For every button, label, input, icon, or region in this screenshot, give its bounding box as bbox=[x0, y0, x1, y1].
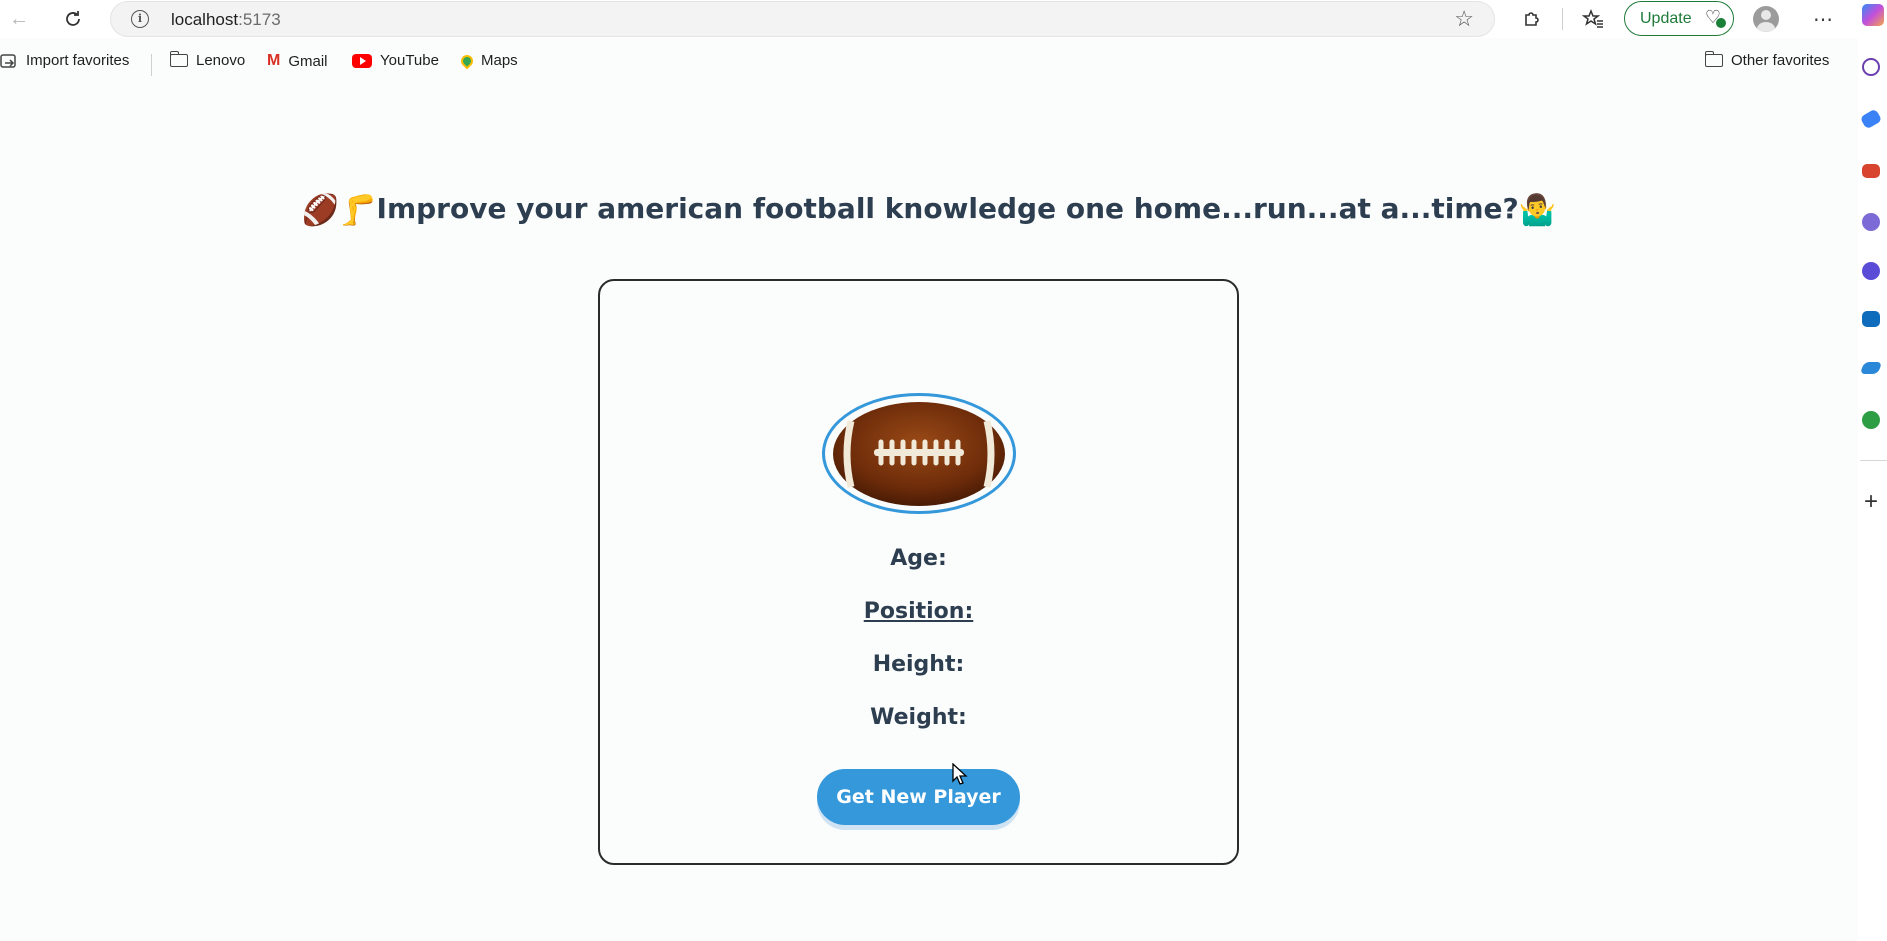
player-position[interactable]: Position: bbox=[598, 599, 1239, 624]
favorite-import[interactable]: Import favorites bbox=[0, 52, 129, 69]
favorites-bar: Import favorites Lenovo M Gmail YouTube … bbox=[0, 44, 1860, 84]
favorites-divider bbox=[151, 54, 152, 76]
favorite-gmail[interactable]: M Gmail bbox=[267, 52, 328, 70]
persona-icon[interactable] bbox=[1862, 213, 1880, 231]
update-label: Update bbox=[1640, 9, 1692, 27]
folder-icon bbox=[169, 51, 188, 67]
tools-icon[interactable] bbox=[1862, 164, 1880, 178]
favorite-youtube[interactable]: YouTube bbox=[352, 52, 439, 69]
back-arrow-icon[interactable]: ← bbox=[6, 6, 32, 32]
add-sidebar-app-icon[interactable]: + bbox=[1864, 488, 1878, 516]
update-button[interactable]: Update ♡ bbox=[1624, 1, 1734, 36]
maps-icon bbox=[458, 52, 476, 69]
address-bar[interactable]: i localhost:5173 ☆ bbox=[110, 1, 1495, 37]
get-new-player-button[interactable]: Get New Player bbox=[817, 769, 1020, 825]
import-icon bbox=[0, 53, 18, 69]
send-icon[interactable] bbox=[1859, 362, 1883, 374]
folder-icon bbox=[1704, 51, 1723, 67]
favorites-icon[interactable] bbox=[1580, 6, 1606, 32]
shopping-tag-icon[interactable] bbox=[1859, 108, 1883, 130]
toolbar-divider bbox=[1562, 8, 1563, 30]
refresh-icon[interactable] bbox=[60, 6, 86, 32]
edge-sidebar: + bbox=[1858, 0, 1887, 941]
player-height: Height: bbox=[872, 652, 965, 677]
outlook-icon[interactable] bbox=[1862, 311, 1880, 327]
add-favorite-star-icon[interactable]: ☆ bbox=[1454, 6, 1474, 32]
search-icon[interactable] bbox=[1862, 58, 1880, 76]
address-text[interactable]: localhost:5173 bbox=[171, 10, 281, 30]
microsoft-365-icon[interactable] bbox=[1862, 262, 1880, 280]
favorite-other[interactable]: Other favorites bbox=[1704, 51, 1829, 69]
football-image bbox=[833, 401, 1005, 506]
favorite-maps[interactable]: Maps bbox=[458, 52, 518, 69]
favorite-lenovo[interactable]: Lenovo bbox=[169, 51, 245, 69]
copilot-icon[interactable] bbox=[1862, 4, 1884, 26]
headline-text: Improve your american football knowledge… bbox=[376, 192, 1519, 225]
tree-icon[interactable] bbox=[1862, 411, 1880, 429]
update-badge bbox=[1716, 18, 1726, 28]
browser-toolbar: ← i localhost:5173 ☆ Update ♡ ⋯ bbox=[0, 0, 1887, 38]
more-options-icon[interactable]: ⋯ bbox=[1810, 6, 1836, 32]
gmail-icon: M bbox=[267, 52, 281, 69]
site-info-icon[interactable]: i bbox=[131, 10, 149, 28]
player-image bbox=[822, 393, 1016, 514]
extensions-icon[interactable] bbox=[1518, 6, 1544, 32]
profile-avatar[interactable] bbox=[1753, 6, 1779, 32]
player-weight: Weight: bbox=[870, 705, 967, 730]
player-age: Age: bbox=[890, 546, 947, 571]
mouse-cursor-icon bbox=[952, 762, 968, 790]
sidebar-divider bbox=[1860, 460, 1887, 461]
position-label[interactable]: Position: bbox=[864, 599, 974, 624]
youtube-icon bbox=[352, 53, 372, 68]
page-headline: 🏈🦵Improve your american football knowled… bbox=[0, 192, 1858, 228]
football-leg-emoji-icon: 🏈🦵 bbox=[301, 193, 377, 228]
shrug-emoji-icon: 🤷‍♂️ bbox=[1518, 193, 1557, 228]
